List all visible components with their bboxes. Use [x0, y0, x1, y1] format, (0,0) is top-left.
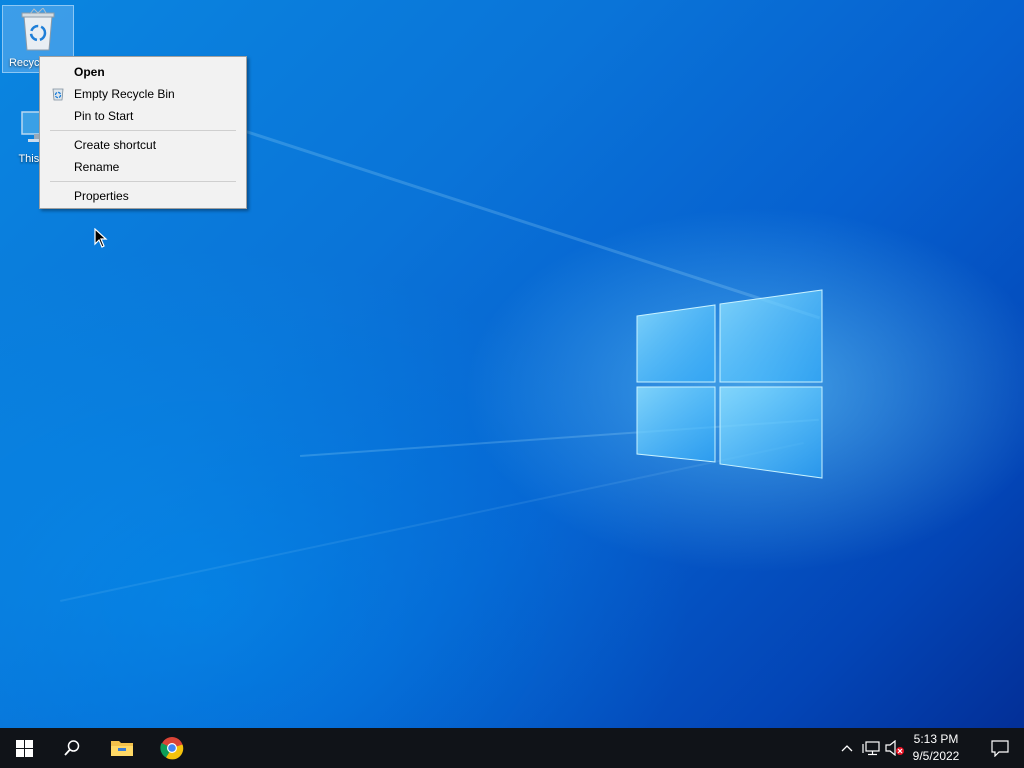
menu-item-pin-to-start[interactable]: Pin to Start — [40, 105, 246, 127]
clock-time: 5:13 PM — [913, 732, 959, 746]
start-button[interactable] — [0, 728, 48, 768]
recycle-icon — [52, 88, 64, 101]
volume-muted-icon — [885, 740, 904, 756]
chrome-icon — [160, 737, 184, 760]
action-center-icon — [991, 739, 1009, 757]
clock[interactable]: 5:13 PM 9/5/2022 — [906, 731, 966, 765]
action-center-button[interactable] — [976, 728, 1024, 768]
chevron-up-icon — [841, 745, 853, 752]
show-hidden-icons-button[interactable] — [838, 728, 856, 768]
network-button[interactable] — [860, 728, 882, 768]
menu-item-label: Rename — [74, 160, 120, 174]
start-icon — [15, 739, 33, 757]
volume-button[interactable] — [884, 728, 906, 768]
menu-item-properties[interactable]: Properties — [40, 185, 246, 207]
file-explorer-icon — [111, 741, 133, 756]
menu-separator — [50, 181, 236, 182]
menu-separator — [50, 130, 236, 131]
windows-logo — [636, 289, 823, 479]
network-icon — [862, 741, 880, 756]
menu-item-create-shortcut[interactable]: Create shortcut — [40, 134, 246, 156]
menu-item-open[interactable]: Open — [40, 61, 246, 83]
menu-item-label: Pin to Start — [74, 109, 134, 123]
menu-item-label: Create shortcut — [74, 138, 157, 152]
chrome-button[interactable] — [148, 728, 196, 768]
clock-date: 9/5/2022 — [912, 749, 960, 763]
menu-item-rename[interactable]: Rename — [40, 156, 246, 178]
search-button[interactable] — [48, 728, 96, 768]
menu-item-label: Properties — [74, 189, 129, 203]
mouse-cursor-icon — [94, 228, 108, 248]
menu-item-empty-recycle-bin[interactable]: Empty Recycle Bin — [40, 83, 246, 105]
file-explorer-button[interactable] — [98, 728, 146, 768]
taskbar: 5:13 PM 9/5/2022 — [0, 728, 1024, 768]
search-icon — [64, 740, 80, 756]
menu-item-label: Open — [74, 65, 105, 79]
recycle-bin-icon — [21, 7, 55, 51]
menu-item-label: Empty Recycle Bin — [74, 87, 175, 101]
context-menu: Open Empty Recycle Bin Pin to Start Crea… — [39, 56, 247, 209]
